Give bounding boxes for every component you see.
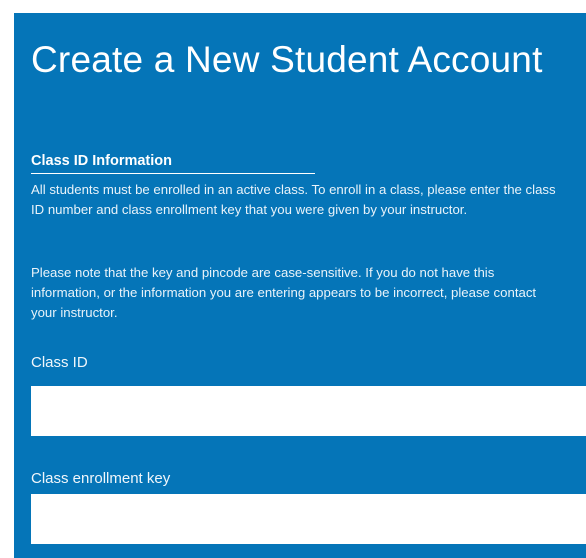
- enrollment-key-label: Class enrollment key: [31, 470, 171, 487]
- enrollment-key-input[interactable]: [31, 494, 586, 544]
- section-heading: Class ID Information: [31, 151, 315, 174]
- case-sensitivity-note: Please note that the key and pincode are…: [31, 265, 537, 320]
- account-form-panel: Create a New Student Account Class ID In…: [14, 13, 586, 558]
- class-id-label: Class ID: [31, 354, 88, 371]
- page-title: Create a New Student Account: [31, 39, 543, 80]
- instructions-paragraph: All students must be enrolled in an acti…: [31, 182, 556, 217]
- class-id-input[interactable]: [31, 386, 586, 436]
